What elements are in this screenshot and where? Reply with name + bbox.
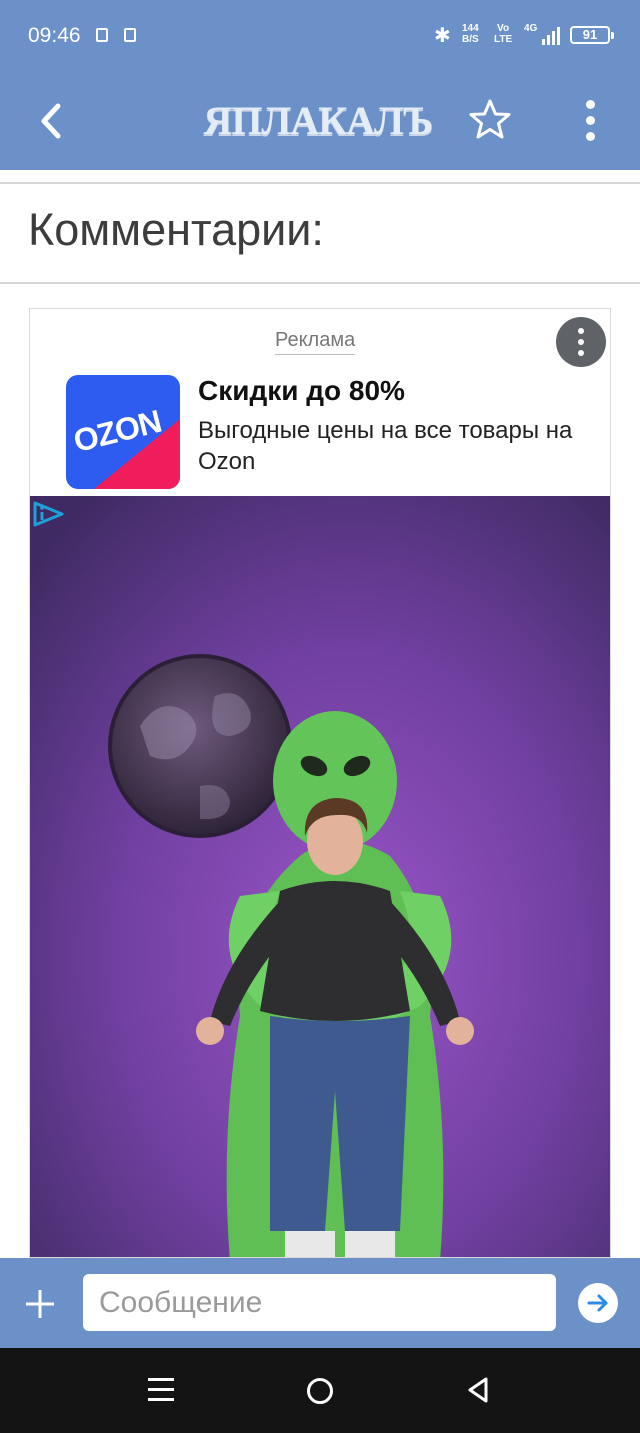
ad-title[interactable]: Скидки до 80%	[198, 375, 405, 407]
ad-image[interactable]	[30, 496, 610, 1257]
site-logo[interactable]: ЯПЛАКАЛЪ	[198, 98, 438, 144]
message-composer	[0, 1258, 640, 1348]
divider	[0, 182, 640, 184]
plus-icon[interactable]	[22, 1286, 58, 1322]
back-triangle-icon[interactable]	[466, 1376, 490, 1404]
signal-icon	[542, 25, 564, 45]
network-speed: 144 B/S	[462, 23, 479, 45]
battery-icon: 91	[570, 26, 614, 44]
volte-indicator: Vo LTE	[494, 23, 513, 45]
ad-description[interactable]: Выгодные цены на все товары на Ozon	[198, 415, 598, 477]
back-icon[interactable]	[34, 98, 74, 144]
network-type: 4G	[524, 23, 538, 34]
ad-options-icon[interactable]	[556, 317, 606, 367]
ad-card[interactable]: Реклама OZON Скидки до 80% Выгодные цены…	[29, 308, 611, 1258]
page-title: Комментарии:	[28, 204, 324, 255]
divider	[0, 282, 640, 284]
app-bar: ЯПЛАКАЛЪ	[0, 72, 640, 170]
status-time: 09:46	[28, 24, 81, 47]
system-nav-bar	[0, 1348, 640, 1433]
bluetooth-icon: ✱	[434, 25, 451, 47]
ad-choices-icon[interactable]	[32, 500, 66, 528]
message-input[interactable]	[83, 1274, 556, 1331]
notification-icon	[94, 26, 110, 44]
recent-apps-icon[interactable]	[148, 1378, 174, 1402]
ozon-logo[interactable]: OZON	[66, 375, 180, 489]
more-vertical-icon[interactable]	[576, 98, 604, 144]
home-icon[interactable]	[307, 1378, 333, 1404]
ad-label: Реклама	[275, 329, 356, 355]
status-bar: 09:46 ✱ 144 B/S Vo LTE 4G 91	[0, 0, 640, 72]
send-icon[interactable]	[578, 1283, 618, 1323]
star-icon[interactable]	[466, 96, 514, 144]
notification-icon	[122, 26, 138, 44]
